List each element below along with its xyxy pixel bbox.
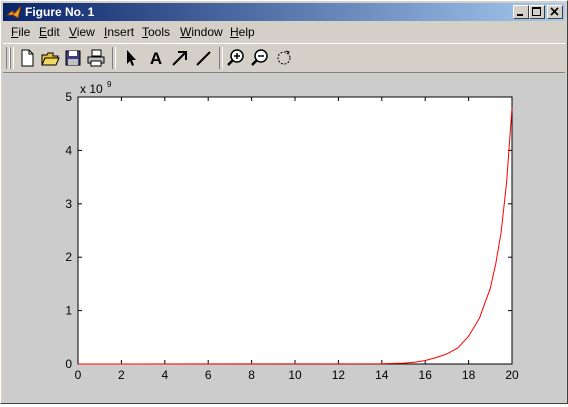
- zoom-out-button[interactable]: [249, 47, 271, 69]
- zoom-in-icon: [227, 49, 244, 66]
- zoom-in-button[interactable]: [225, 47, 247, 69]
- save-button[interactable]: [62, 47, 84, 69]
- maximize-button[interactable]: [529, 5, 545, 19]
- x-tick-label: 4: [161, 368, 168, 382]
- menu-help[interactable]: Help: [230, 25, 255, 40]
- toolbar-grip-2[interactable]: [10, 47, 14, 69]
- maximize-icon: [532, 7, 541, 16]
- new-file-icon: [21, 49, 34, 67]
- x-tick-label: 18: [462, 368, 476, 382]
- matlab-logo-icon: [6, 5, 22, 19]
- y-tick-label: 3: [65, 197, 72, 211]
- figure-window: Figure No. 1 File Edit View Insert Tools…: [0, 0, 568, 404]
- rotate-3d-icon: [277, 50, 291, 65]
- insert-line-button[interactable]: [193, 47, 215, 69]
- y-exponent-power: 9: [107, 80, 112, 89]
- figure-area: x 10 9 0 2 4 6 8 10 12 14 16 18 20 0 1 2 3 4 5: [3, 74, 565, 402]
- x-tick-label: 0: [75, 368, 82, 382]
- menu-edit[interactable]: Edit: [39, 25, 60, 40]
- y-exponent-label: x 10: [80, 82, 103, 96]
- toolbar: A: [3, 43, 565, 73]
- y-tick-label: 5: [65, 90, 72, 104]
- close-button[interactable]: [547, 5, 563, 19]
- new-file-button[interactable]: [16, 47, 38, 69]
- menu-view[interactable]: View: [69, 25, 95, 40]
- print-icon: [87, 49, 105, 67]
- menu-file[interactable]: File: [11, 25, 30, 40]
- menu-tools[interactable]: Tools: [142, 25, 170, 40]
- title-bar[interactable]: Figure No. 1: [3, 3, 565, 21]
- open-file-button[interactable]: [39, 47, 61, 69]
- insert-text-button[interactable]: A: [145, 47, 167, 69]
- x-tick-label: 20: [505, 368, 519, 382]
- x-tick-label: 8: [248, 368, 255, 382]
- insert-text-icon: A: [150, 49, 162, 68]
- x-tick-label: 14: [375, 368, 389, 382]
- zoom-out-icon: [251, 49, 268, 66]
- select-button[interactable]: [119, 47, 141, 69]
- open-folder-icon: [41, 52, 60, 66]
- plot-canvas: x 10 9 0 2 4 6 8 10 12 14 16 18 20012345: [65, 80, 519, 382]
- close-icon: [550, 7, 559, 16]
- insert-arrow-button[interactable]: [169, 47, 191, 69]
- minimize-button[interactable]: [513, 5, 529, 19]
- insert-text-glyph: A: [150, 49, 162, 68]
- save-icon: [65, 50, 81, 66]
- x-tick-label: 16: [419, 368, 433, 382]
- select-arrow-icon: [127, 50, 136, 66]
- x-tick-label: 10: [288, 368, 302, 382]
- toolbar-separator: [112, 47, 116, 69]
- axes-box[interactable]: [77, 96, 513, 365]
- menu-bar: File Edit View Insert Tools Window Help: [3, 23, 565, 42]
- x-tick-label: 6: [205, 368, 212, 382]
- print-button[interactable]: [85, 47, 107, 69]
- x-tick-label: 2: [118, 368, 125, 382]
- window-title: Figure No. 1: [25, 5, 95, 19]
- y-tick-label: 2: [65, 250, 72, 264]
- y-tick-label: 4: [65, 143, 72, 157]
- toolbar-separator-2: [219, 47, 223, 69]
- y-tick-label: 1: [65, 304, 72, 318]
- menu-insert[interactable]: Insert: [104, 25, 134, 40]
- insert-arrow-icon: [172, 51, 187, 66]
- menu-window[interactable]: Window: [180, 25, 223, 40]
- minimize-icon: [517, 14, 523, 16]
- insert-line-icon: [196, 51, 211, 66]
- y-tick-label: 0: [65, 357, 72, 371]
- rotate-3d-button[interactable]: [273, 47, 295, 69]
- x-tick-label: 12: [332, 368, 346, 382]
